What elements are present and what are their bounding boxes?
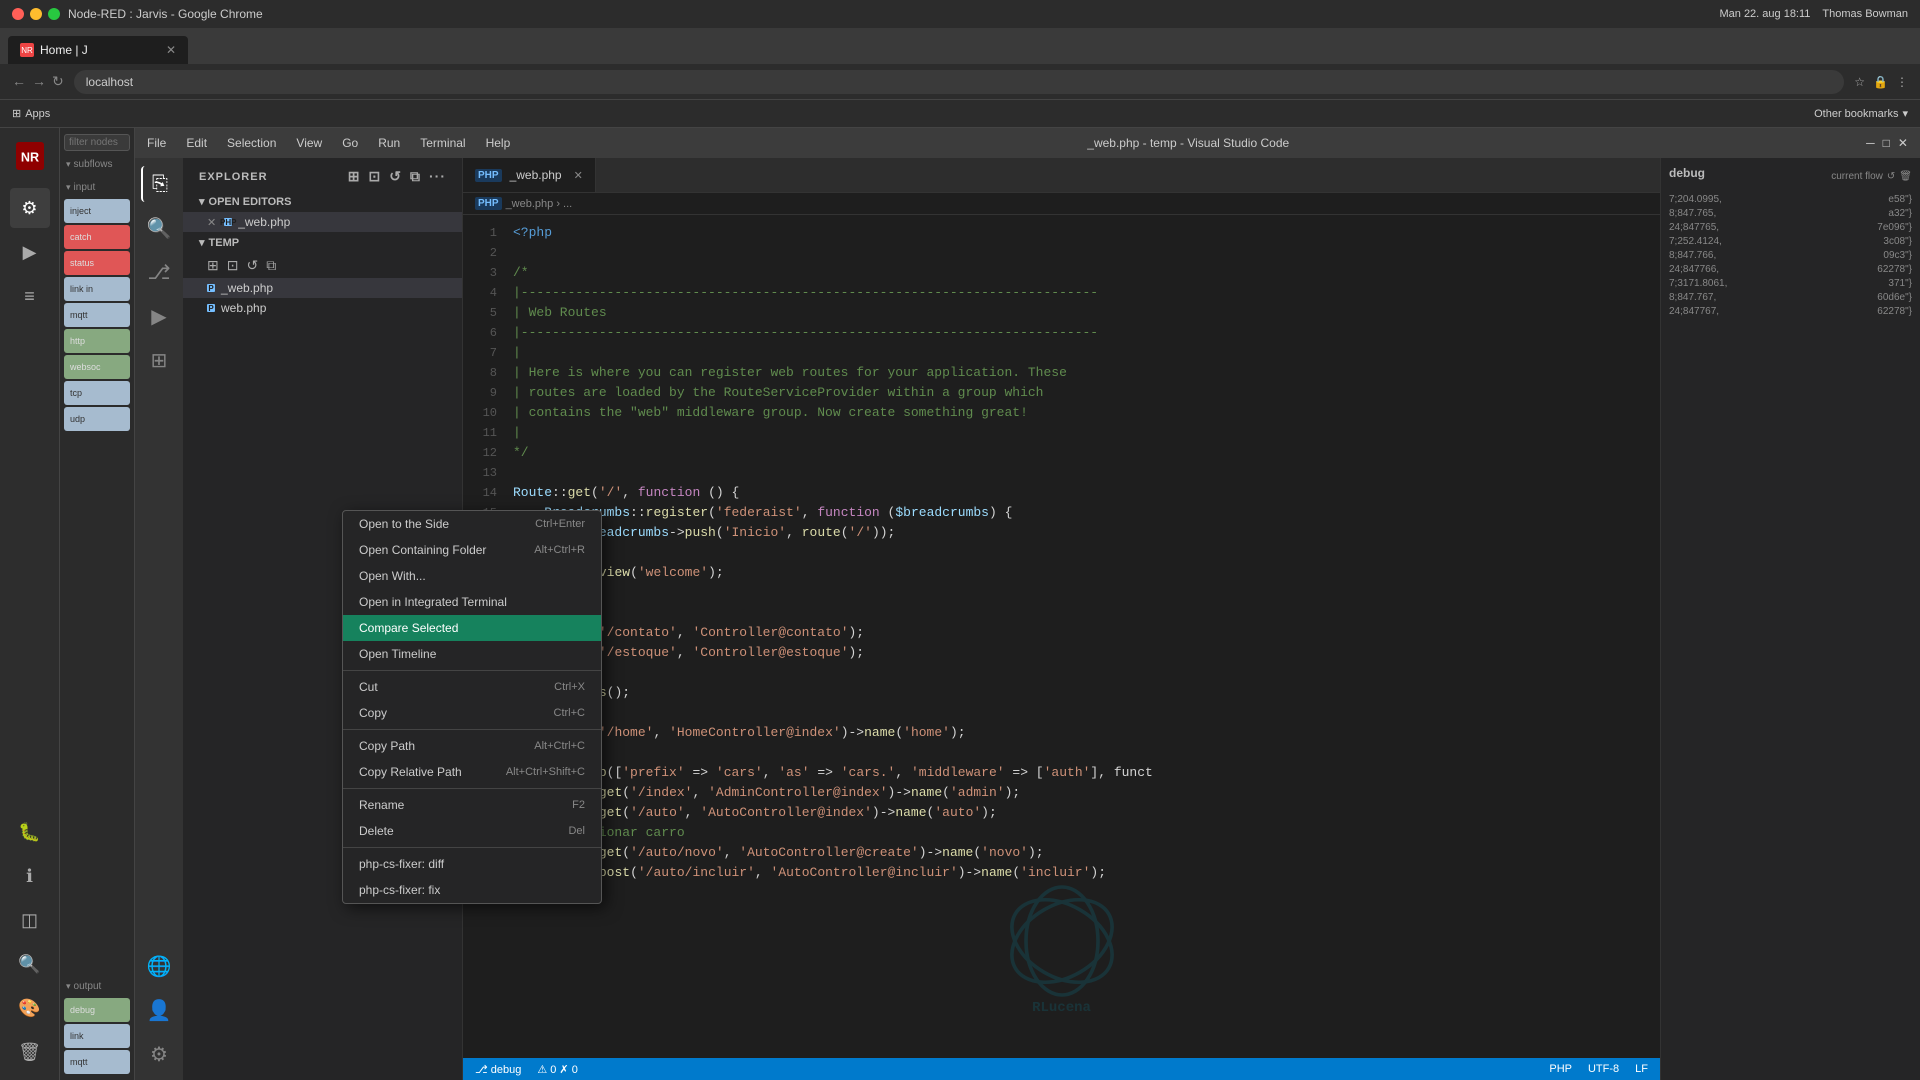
context-menu: Open to the Side Ctrl+Enter Open Contain… — [342, 510, 602, 904]
ctx-open-with[interactable]: Open With... — [343, 563, 601, 589]
ctx-open-containing-folder[interactable]: Open Containing Folder Alt+Ctrl+R — [343, 537, 601, 563]
ctx-rename[interactable]: Rename F2 — [343, 792, 601, 818]
ctx-delete[interactable]: Delete Del — [343, 818, 601, 844]
ctx-copy-path[interactable]: Copy Path Alt+Ctrl+C — [343, 733, 601, 759]
ctx-separator-1 — [343, 670, 601, 671]
ctx-php-cs-fixer-diff[interactable]: php-cs-fixer: diff — [343, 851, 601, 877]
ctx-cut[interactable]: Cut Ctrl+X — [343, 674, 601, 700]
ctx-separator-2 — [343, 729, 601, 730]
context-menu-overlay[interactable]: Open to the Side Ctrl+Enter Open Contain… — [0, 0, 1920, 1080]
ctx-open-to-side[interactable]: Open to the Side Ctrl+Enter — [343, 511, 601, 537]
ctx-php-cs-fixer-fix[interactable]: php-cs-fixer: fix — [343, 877, 601, 903]
ctx-compare-selected[interactable]: Compare Selected — [343, 615, 601, 641]
ctx-copy-relative-path[interactable]: Copy Relative Path Alt+Ctrl+Shift+C — [343, 759, 601, 785]
ctx-open-integrated-terminal[interactable]: Open in Integrated Terminal — [343, 589, 601, 615]
ctx-open-timeline[interactable]: Open Timeline — [343, 641, 601, 667]
ctx-copy[interactable]: Copy Ctrl+C — [343, 700, 601, 726]
ctx-separator-3 — [343, 788, 601, 789]
ctx-separator-4 — [343, 847, 601, 848]
